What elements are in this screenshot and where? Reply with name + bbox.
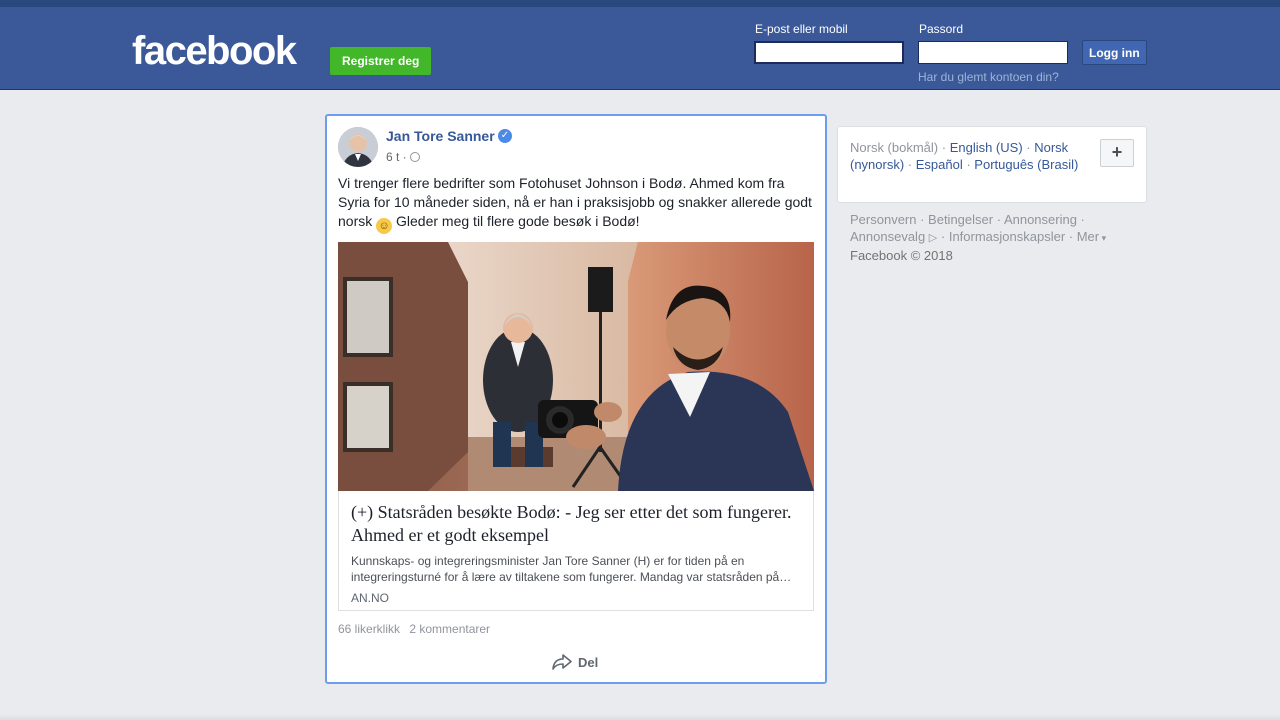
share-button[interactable]: Del [552,654,598,670]
bottom-edge [0,714,1280,720]
login-button[interactable]: Logg inn [1082,40,1147,65]
language-espanol[interactable]: Español [916,157,963,172]
header-bar: facebook Registrer deg E-post eller mobi… [0,7,1280,90]
comments-count[interactable]: 2 kommentarer [409,622,490,636]
language-current: Norsk (bokmål) [850,140,939,155]
link-preview-card[interactable]: (+) Statsråden besøkte Bodø: - Jeg ser e… [338,491,814,611]
email-label: E-post eller mobil [755,22,848,36]
link-preview-image[interactable] [338,242,814,491]
language-english[interactable]: English (US) [950,140,1023,155]
footer-privacy[interactable]: Personvern [850,212,916,227]
page-footer: Personvern · Betingelser · Annonsering ·… [850,212,1107,263]
ad-choices-icon: ▷ [928,232,938,244]
link-source: AN.NO [351,591,390,605]
footer-more[interactable]: Mer [1077,229,1099,244]
post-timestamp[interactable]: 6 t · [386,150,407,164]
password-field[interactable] [918,41,1068,64]
author-avatar[interactable] [338,127,378,167]
link-description: Kunnskaps- og integreringsminister Jan T… [351,554,792,584]
footer-terms[interactable]: Betingelser [928,212,993,227]
footer-ad-choices[interactable]: Annonsevalg [850,229,925,244]
post-meta: 6 t · [386,150,420,164]
author-name[interactable]: Jan Tore Sanner [386,128,495,144]
likes-count[interactable]: 66 likerklikk [338,622,400,636]
email-field[interactable] [754,41,904,64]
language-portugues[interactable]: Português (Brasil) [974,157,1078,172]
language-selector-box: Norsk (bokmål) · English (US) · Norsk (n… [837,126,1147,203]
post-card: Jan Tore Sanner ✓ 6 t · Vi trenger flere… [325,114,827,684]
post-text-part2: Gleder meg til flere gode besøk i Bodø! [396,213,640,229]
globe-icon [409,152,420,162]
reaction-counts: 66 likerklikk 2 kommentarer [338,622,490,636]
footer-cookies[interactable]: Informasjonskapsler [949,229,1065,244]
chevron-down-icon: ▾ [1099,233,1107,243]
footer-copyright: Facebook © 2018 [850,248,953,263]
share-label: Del [578,654,599,670]
footer-advertising[interactable]: Annonsering [1004,212,1077,227]
register-button[interactable]: Registrer deg [330,47,432,75]
post-text: Vi trenger flere bedrifter som Fotohuset… [338,174,816,234]
link-title[interactable]: (+) Statsråden besøkte Bodø: - Jeg ser e… [351,501,801,547]
language-list: Norsk (bokmål) · English (US) · Norsk (n… [850,140,1079,172]
top-strip [0,0,1280,7]
verified-badge-icon: ✓ [498,129,512,143]
smile-emoji-icon: ☺ [376,218,393,234]
facebook-logo[interactable]: facebook [132,31,297,71]
forgot-account-link[interactable]: Har du glemt kontoen din? [918,70,1059,84]
password-label: Passord [919,22,964,36]
more-languages-button[interactable]: + [1100,139,1134,167]
share-arrow-icon [552,654,572,670]
